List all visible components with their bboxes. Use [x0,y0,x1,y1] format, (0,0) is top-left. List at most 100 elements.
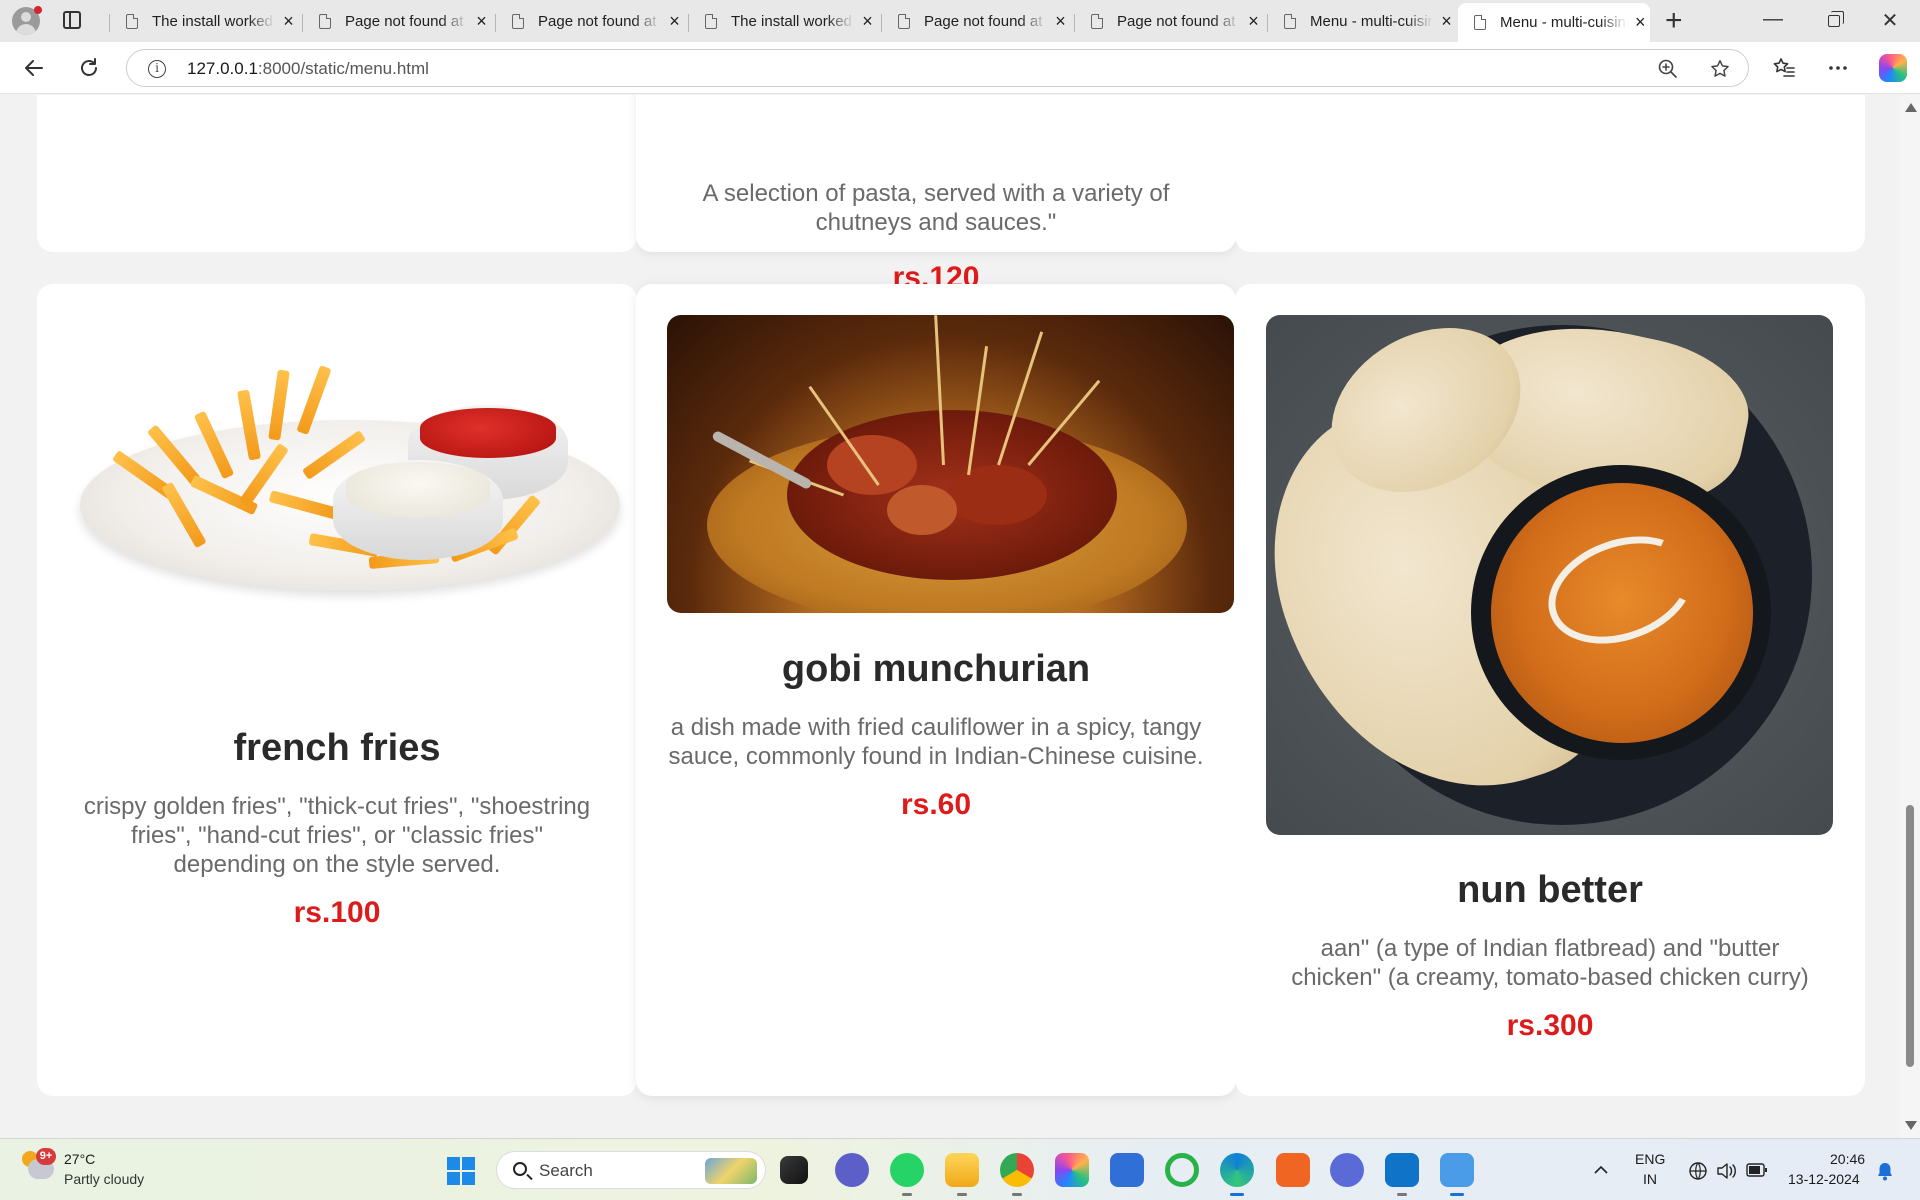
edge-icon[interactable] [1220,1153,1254,1196]
minimize-icon[interactable]: — [1758,8,1788,31]
tab-1[interactable]: The install worked × [109,3,298,39]
close-window-icon[interactable]: ✕ [1875,8,1905,33]
whatsapp-icon[interactable] [890,1153,924,1196]
page-icon [1091,13,1103,29]
new-tab-icon[interactable]: + [1665,5,1683,37]
chevron-up-icon[interactable] [1592,1161,1610,1179]
scroll-up-arrow-icon[interactable] [1905,103,1917,112]
zoom-icon[interactable] [1657,58,1679,80]
item-description: crispy golden fries", "thick-cut fries",… [83,793,591,878]
french-fries-image [68,310,628,640]
tab-title: Page not found at [538,12,657,30]
browser-toolbar: i 127.0.0.1:8000/static/menu.html [0,42,1920,94]
tab-title: The install worked [152,12,273,30]
tab-title: Page not found at [1117,12,1236,30]
fus-app-icon[interactable] [1276,1153,1310,1187]
item-price: rs.100 [293,896,381,929]
tab-title: Menu - multi-cuisine [1310,12,1434,30]
tab-actions-icon[interactable] [63,11,81,29]
language-indicator[interactable]: ENG [1635,1151,1665,1167]
tab-close-icon[interactable]: × [472,11,491,32]
weather-condition[interactable]: Partly cloudy [64,1171,144,1187]
item-name: gobi munchurian [781,648,1091,690]
tab-4[interactable]: The install worked × [688,3,877,39]
tab-title: Page not found at [345,12,464,30]
chrome-icon[interactable] [1000,1153,1034,1196]
tab-8-active[interactable]: Menu - multi-cuisine × [1458,3,1650,42]
item-description: a dish made with fried cauliflower in a … [668,714,1204,770]
tab-close-icon[interactable]: × [858,11,877,32]
start-icon[interactable] [447,1157,475,1185]
favorite-star-icon[interactable] [1709,58,1731,80]
tab-3[interactable]: Page not found at × [495,3,684,39]
info-icon[interactable]: i [148,60,166,78]
tab-6[interactable]: Page not found at × [1074,3,1263,39]
vscode-icon[interactable] [1385,1153,1419,1196]
back-icon[interactable] [22,56,46,80]
restore-icon[interactable] [1828,11,1844,27]
search-label: Search [539,1161,593,1180]
tab-strip: The install worked × Page not found at ×… [0,0,1920,42]
tab-close-icon[interactable]: × [1244,11,1263,32]
tab-title: Menu - multi-cuisine [1500,14,1627,31]
volume-icon[interactable] [1716,1161,1738,1181]
tab-close-icon[interactable]: × [1051,11,1070,32]
menu-card-nun-better: nun better aan" (a type of Indian flatbr… [1235,284,1865,1096]
item-price: rs.60 [900,788,972,821]
menu-card-top-left [37,95,637,252]
favorites-icon[interactable] [1772,56,1796,80]
url-host: 127.0.0.1 [187,59,258,78]
refresh-icon[interactable] [77,56,101,80]
copilot-app-icon[interactable] [1055,1153,1089,1187]
arc-icon[interactable] [1330,1153,1364,1187]
file-explorer-icon[interactable] [945,1153,979,1196]
url-text[interactable]: 127.0.0.1:8000/static/menu.html [187,59,429,79]
windows-taskbar: 9+ 27°C Partly cloudy Search ENG IN 20:4… [0,1138,1920,1200]
page-icon [126,13,138,29]
menu-card-french-fries: french fries crispy golden fries", "thic… [37,284,637,1096]
language-region[interactable]: IN [1643,1171,1657,1187]
battery-icon[interactable] [1746,1163,1768,1177]
notification-bell-icon[interactable] [1876,1161,1894,1181]
profile-notification-dot [34,6,42,14]
scroll-down-arrow-icon[interactable] [1905,1121,1917,1130]
tab-close-icon[interactable]: × [665,11,684,32]
taskbar-search-box[interactable]: Search [496,1151,766,1189]
item-description: aan" (a type of Indian flatbread) and "b… [1291,935,1809,991]
clock-date[interactable]: 13-12-2024 [1788,1171,1860,1187]
tab-7[interactable]: Menu - multi-cuisine × [1267,3,1456,39]
menu-card-gobi-munchurian: gobi munchurian a dish made with fried c… [636,284,1236,1096]
tab-close-icon[interactable]: × [1437,11,1456,32]
item-description: A selection of pasta, served with a vari… [702,180,1170,236]
tab-5[interactable]: Page not found at × [881,3,1070,39]
menu-card-top-middle: A selection of pasta, served with a vari… [636,95,1236,294]
gobi-manchurian-image [667,315,1234,613]
page-icon [898,13,910,29]
tab-close-icon[interactable]: × [1631,12,1650,33]
task-view-icon[interactable] [780,1156,808,1184]
page-icon [1474,15,1486,30]
copilot-icon[interactable] [1879,54,1907,82]
tab-2[interactable]: Page not found at × [302,3,491,39]
page-icon [705,13,717,29]
paint-icon[interactable] [1440,1153,1474,1196]
item-name: french fries [233,727,441,769]
microsoft-store-icon[interactable] [1110,1153,1144,1187]
clock-time[interactable]: 20:46 [1830,1151,1865,1167]
scrollbar-thumb[interactable] [1906,805,1914,1067]
address-bar[interactable]: i 127.0.0.1:8000/static/menu.html [126,49,1749,87]
vertical-scrollbar[interactable] [1900,95,1920,1138]
teams-chat-icon[interactable] [835,1153,869,1187]
item-price: rs.300 [1506,1009,1594,1042]
refresh-app-icon[interactable] [1165,1153,1199,1187]
menu-card-top-right [1235,95,1865,252]
page-icon [512,13,524,29]
page-icon [1284,13,1296,29]
weather-temperature[interactable]: 27°C [64,1151,95,1167]
tab-close-icon[interactable]: × [279,11,298,32]
search-icon [513,1162,527,1176]
more-icon[interactable] [1826,56,1850,80]
naan-butter-chicken-image [1266,315,1833,835]
network-globe-icon[interactable] [1688,1161,1708,1181]
url-path: :8000/static/menu.html [257,59,429,78]
